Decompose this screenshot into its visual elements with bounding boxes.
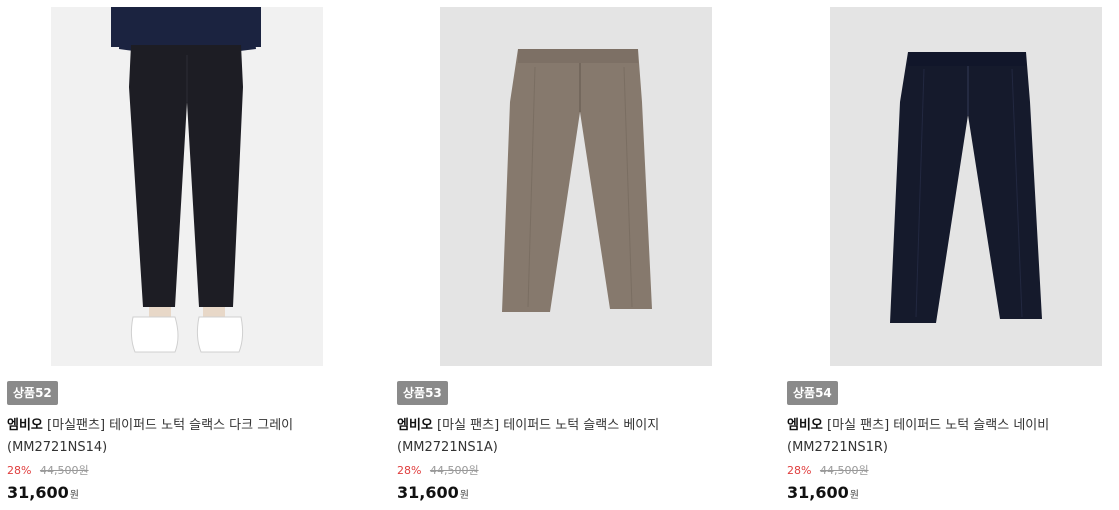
sale-price: 31,600 xyxy=(7,483,69,502)
sale-price: 31,600 xyxy=(397,483,459,502)
price-info: 28% 44,500원 xyxy=(787,464,869,478)
product-image[interactable] xyxy=(440,7,712,366)
sale-price-row: 31,600원 xyxy=(787,483,859,502)
product-name: [마실 팬츠] 테이퍼드 노턱 슬랙스 네이비 xyxy=(827,418,1050,433)
brand-name: 엠비오 xyxy=(787,418,823,433)
sale-price-row: 31,600원 xyxy=(7,483,79,502)
discount-rate: 28% xyxy=(397,464,422,477)
product-number-badge: 상품54 xyxy=(787,381,838,405)
original-price: 44,500원 xyxy=(39,464,89,477)
product-image[interactable] xyxy=(830,7,1102,366)
trousers-photo xyxy=(440,7,712,366)
product-code: (MM2721NS1A) xyxy=(397,440,498,455)
discount-rate: 28% xyxy=(7,464,32,477)
sale-price-row: 31,600원 xyxy=(397,483,469,502)
product-code: (MM2721NS14) xyxy=(7,440,108,455)
price-info: 28% 44,500원 xyxy=(7,464,89,478)
product-image[interactable] xyxy=(51,7,323,366)
price-info: 28% 44,500원 xyxy=(397,464,479,478)
brand-name: 엠비오 xyxy=(7,418,43,433)
product-number-badge: 상품52 xyxy=(7,381,58,405)
brand-name: 엠비오 xyxy=(397,418,433,433)
original-price: 44,500원 xyxy=(429,464,479,477)
product-name: [마실팬츠] 테이퍼드 노턱 슬랙스 다크 그레이 xyxy=(47,418,294,433)
product-grid: 상품52 엠비오 [마실팬츠] 테이퍼드 노턱 슬랙스 다크 그레이 (MM27… xyxy=(0,0,1119,510)
sale-price: 31,600 xyxy=(787,483,849,502)
product-code: (MM2721NS1R) xyxy=(787,440,888,455)
currency-unit: 원 xyxy=(849,490,859,501)
currency-unit: 원 xyxy=(459,490,469,501)
product-title[interactable]: 엠비오 [마실 팬츠] 테이퍼드 노턱 슬랙스 베이지 (MM2721NS1A) xyxy=(397,415,697,459)
product-title[interactable]: 엠비오 [마실팬츠] 테이퍼드 노턱 슬랙스 다크 그레이 (MM2721NS1… xyxy=(7,415,307,459)
currency-unit: 원 xyxy=(69,490,79,501)
trousers-photo xyxy=(830,7,1102,366)
product-title[interactable]: 엠비오 [마실 팬츠] 테이퍼드 노턱 슬랙스 네이비 (MM2721NS1R) xyxy=(787,415,1087,459)
discount-rate: 28% xyxy=(787,464,812,477)
product-name: [마실 팬츠] 테이퍼드 노턱 슬랙스 베이지 xyxy=(437,418,660,433)
original-price: 44,500원 xyxy=(819,464,869,477)
product-number-badge: 상품53 xyxy=(397,381,448,405)
model-photo xyxy=(51,7,323,366)
